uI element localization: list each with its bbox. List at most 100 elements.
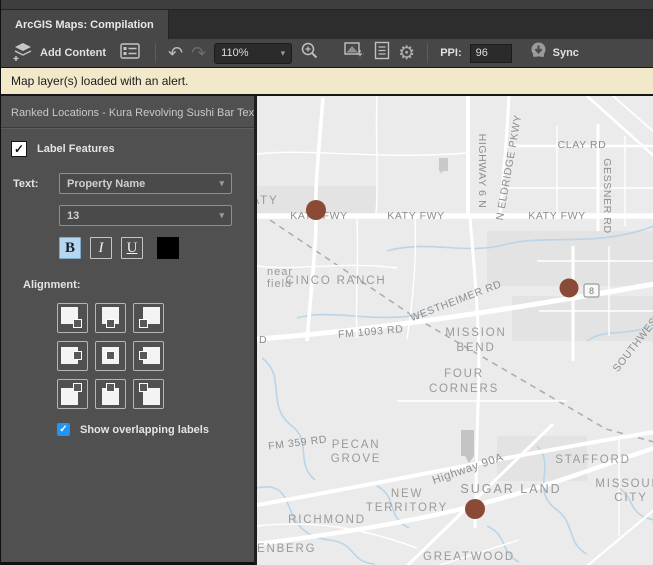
underline-glyph: U — [126, 239, 138, 256]
anchor-point — [139, 319, 148, 328]
zoom-level-select[interactable]: 110% ▾ — [214, 42, 293, 64]
chevron-down-icon: ▾ — [280, 47, 286, 58]
label-features-label: Label Features — [37, 143, 115, 155]
map-label: CITY — [614, 492, 647, 504]
map-label: KATY FWY — [528, 210, 586, 222]
map-label: GROVE — [331, 453, 382, 465]
alignment-button-above-left[interactable] — [57, 303, 88, 333]
bold-button[interactable]: B — [59, 237, 81, 259]
font-size-select[interactable]: 13 ▾ — [59, 205, 232, 226]
chevron-down-icon: ▾ — [219, 178, 224, 188]
map-label: RICHMOND — [288, 514, 366, 526]
font-color-swatch[interactable] — [157, 237, 179, 259]
location-marker[interactable] — [306, 200, 326, 220]
map-label: ATY — [257, 195, 278, 207]
map-label: CLAY RD — [558, 139, 607, 151]
bold-glyph: B — [64, 239, 75, 256]
show-overlapping-checkbox[interactable]: ✓ — [57, 423, 70, 436]
report-icon[interactable] — [374, 41, 390, 65]
anchor-point — [139, 383, 148, 392]
map-label: TERRITORY — [366, 502, 448, 514]
add-content-button[interactable]: Add Content — [9, 38, 109, 68]
alignment-button-below-right[interactable] — [133, 379, 164, 409]
beltway-8-shield: 8 — [583, 283, 600, 298]
alignment-button-below-center[interactable] — [95, 379, 126, 409]
toolbar-separator — [331, 43, 332, 63]
map-label: MISSOURI — [595, 478, 653, 490]
toolbar: Add Content ↶ ↷ 110% ▾ ⚙ PPI: 96 Sync — [1, 39, 653, 67]
label-features-checkbox[interactable]: ✓ — [11, 141, 27, 157]
map-svg: ATY KATY FWY KATY FWY KATY FWY HIGHWAY 6… — [257, 96, 653, 565]
map-label: GREATWOOD — [423, 551, 515, 563]
toolbar-separator — [427, 43, 429, 63]
legend-button[interactable] — [117, 41, 143, 66]
map-label: HIGHWAY 6 N — [476, 134, 488, 209]
undo-icon[interactable]: ↶ — [168, 44, 183, 62]
map-label: KATY FWY — [387, 210, 445, 222]
map-label: NEW — [391, 488, 423, 500]
map-label: FOUR — [444, 368, 484, 380]
anchor-point — [73, 383, 82, 392]
text-attribute-value: Property Name — [67, 177, 146, 190]
artboard-export-icon[interactable] — [344, 41, 366, 66]
anchor-point — [139, 351, 148, 360]
sync-label: Sync — [552, 47, 579, 59]
add-content-label: Add Content — [40, 47, 106, 59]
map-canvas[interactable]: ATY KATY FWY KATY FWY KATY FWY HIGHWAY 6… — [257, 96, 653, 565]
map-label: MISSION — [445, 327, 506, 339]
italic-glyph: I — [98, 239, 104, 256]
map-label: SUGAR LAND — [460, 482, 561, 496]
redo-icon[interactable]: ↷ — [191, 44, 206, 62]
layers-plus-icon — [12, 40, 35, 66]
arcgis-maps-window: ArcGIS Maps: Compilation Add Content ↶ ↷… — [0, 0, 653, 565]
alert-message: Map layer(s) loaded with an alert. — [11, 74, 189, 88]
italic-button[interactable]: I — [90, 237, 112, 259]
sync-button[interactable]: Sync — [526, 39, 582, 67]
window-top-strip — [1, 0, 653, 10]
tab-arcgis-maps-compilation[interactable]: ArcGIS Maps: Compilation — [1, 10, 169, 39]
show-overlapping-label: Show overlapping labels — [80, 423, 209, 436]
map-label: GESSNER RD — [601, 158, 613, 233]
map-label: BEND — [456, 342, 495, 354]
zoom-level-value: 110% — [221, 47, 249, 59]
legend-table-icon — [120, 42, 140, 64]
alignment-label: Alignment: — [23, 279, 81, 291]
badge-value: 8 — [589, 286, 594, 296]
underline-button[interactable]: U — [121, 237, 143, 259]
layer-title: Ranked Locations - Kura Revolving Sushi … — [11, 107, 254, 119]
map-label: D — [259, 334, 267, 346]
zoom-in-icon[interactable] — [300, 41, 319, 65]
tab-title: ArcGIS Maps: Compilation — [15, 18, 154, 31]
alignment-button-above-right[interactable] — [133, 303, 164, 333]
map-label: PECAN — [332, 439, 381, 451]
alert-notification-bar[interactable]: Map layer(s) loaded with an alert. — [1, 67, 653, 96]
map-label: CINCO RANCH — [286, 275, 387, 287]
alignment-button-center[interactable] — [95, 341, 126, 371]
anchor-point — [106, 383, 115, 392]
text-attribute-select[interactable]: Property Name ▾ — [59, 173, 232, 194]
anchor-point — [106, 319, 115, 328]
chevron-down-icon: ▾ — [219, 210, 224, 220]
map-label: ENBERG — [257, 543, 316, 555]
map-label: STAFFORD — [555, 454, 631, 466]
font-size-value: 13 — [67, 209, 80, 222]
ppi-input[interactable]: 96 — [469, 43, 512, 63]
ppi-label: PPI: — [440, 47, 462, 59]
anchor-point — [73, 351, 82, 360]
settings-gear-icon[interactable]: ⚙ — [398, 42, 415, 65]
sync-icon — [529, 41, 548, 65]
anchor-point — [106, 351, 115, 360]
alignment-button-center-right[interactable] — [133, 341, 164, 371]
alignment-button-below-left[interactable] — [57, 379, 88, 409]
location-marker[interactable] — [465, 499, 485, 519]
location-marker[interactable] — [559, 278, 579, 298]
alignment-button-center-left[interactable] — [57, 341, 88, 371]
check-icon: ✓ — [13, 142, 25, 156]
tab-bar: ArcGIS Maps: Compilation — [1, 10, 653, 39]
check-icon: ✓ — [59, 424, 68, 435]
anchor-point — [73, 319, 82, 328]
layer-settings-panel: Ranked Locations - Kura Revolving Sushi … — [1, 96, 257, 565]
map-label: CORNERS — [429, 383, 499, 395]
alignment-button-above-center[interactable] — [95, 303, 126, 333]
toolbar-separator — [154, 43, 156, 63]
